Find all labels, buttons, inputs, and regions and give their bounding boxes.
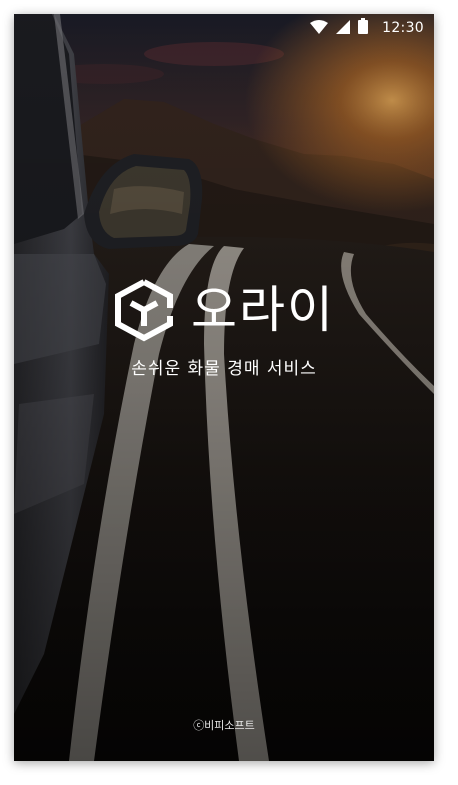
copyright-text: ⓒ비피소프트 <box>193 719 255 732</box>
cube-logo-icon <box>115 279 173 342</box>
cellular-signal-icon <box>336 19 351 38</box>
app-name: 오라이 <box>191 281 335 339</box>
app-brand: 오라이 <box>14 278 434 342</box>
status-bar: 12:30 <box>14 14 434 42</box>
wifi-icon <box>310 19 329 38</box>
status-time: 12:30 <box>382 20 424 36</box>
background-photo-road <box>14 14 434 761</box>
battery-icon <box>358 18 369 38</box>
phone-screen: 12:30 오라이 손쉬운 화물 경매 서비스 ⓒ비피소프트 <box>14 14 434 761</box>
app-tagline: 손쉬운 화물 경매 서비스 <box>131 359 317 379</box>
